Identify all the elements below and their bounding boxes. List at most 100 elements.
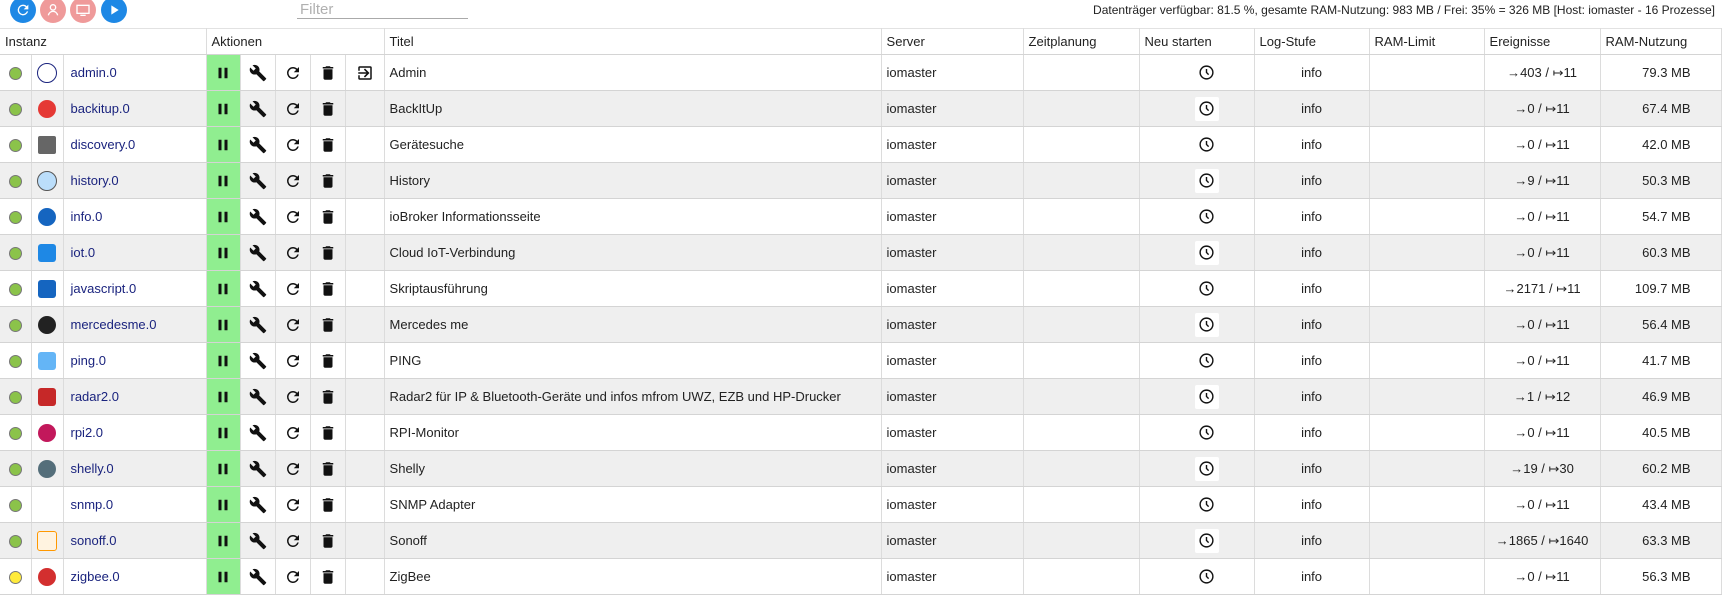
settings-button[interactable] <box>243 310 273 340</box>
delete-button[interactable] <box>313 526 343 556</box>
schedule-cell[interactable] <box>1023 450 1140 487</box>
instance-link[interactable]: iot.0 <box>64 245 96 260</box>
col-neustarten[interactable]: Neu starten <box>1139 28 1255 55</box>
log-level-cell[interactable]: info <box>1254 522 1370 559</box>
log-level-cell[interactable]: info <box>1254 450 1370 487</box>
delete-button[interactable] <box>313 310 343 340</box>
ram-limit-cell[interactable] <box>1369 486 1485 523</box>
delete-button[interactable] <box>313 130 343 160</box>
settings-button[interactable] <box>243 130 273 160</box>
settings-button[interactable] <box>243 94 273 124</box>
instance-link[interactable]: zigbee.0 <box>64 569 120 584</box>
col-ramlimit[interactable]: RAM-Limit <box>1369 28 1485 55</box>
instance-link[interactable]: info.0 <box>64 209 103 224</box>
restart-schedule-button[interactable] <box>1194 456 1219 481</box>
schedule-cell[interactable] <box>1023 342 1140 379</box>
pause-button[interactable] <box>208 418 238 448</box>
instance-link[interactable]: backitup.0 <box>64 101 130 116</box>
log-level-cell[interactable]: info <box>1254 198 1370 235</box>
reload-button[interactable] <box>10 0 36 23</box>
log-level-cell[interactable]: info <box>1254 234 1370 271</box>
debug-button[interactable] <box>40 0 66 23</box>
log-level-cell[interactable]: info <box>1254 558 1370 595</box>
settings-button[interactable] <box>243 418 273 448</box>
log-level-cell[interactable]: info <box>1254 342 1370 379</box>
schedule-cell[interactable] <box>1023 306 1140 343</box>
pause-button[interactable] <box>208 562 238 592</box>
restart-schedule-button[interactable] <box>1194 132 1219 157</box>
pause-button[interactable] <box>208 346 238 376</box>
instance-link[interactable]: radar2.0 <box>64 389 119 404</box>
restart-button[interactable] <box>278 526 308 556</box>
col-aktionen[interactable]: Aktionen <box>206 28 385 55</box>
restart-button[interactable] <box>278 130 308 160</box>
restart-button[interactable] <box>278 94 308 124</box>
restart-schedule-button[interactable] <box>1194 168 1219 193</box>
ram-limit-cell[interactable] <box>1369 522 1485 559</box>
ram-limit-cell[interactable] <box>1369 414 1485 451</box>
instance-link[interactable]: mercedesme.0 <box>64 317 157 332</box>
start-all-button[interactable] <box>101 0 127 23</box>
restart-schedule-button[interactable] <box>1194 492 1219 517</box>
pause-button[interactable] <box>208 238 238 268</box>
ram-limit-cell[interactable] <box>1369 162 1485 199</box>
instance-link[interactable]: admin.0 <box>64 65 117 80</box>
ram-limit-cell[interactable] <box>1369 306 1485 343</box>
schedule-cell[interactable] <box>1023 486 1140 523</box>
ram-limit-cell[interactable] <box>1369 558 1485 595</box>
ram-limit-cell[interactable] <box>1369 54 1485 91</box>
delete-button[interactable] <box>313 346 343 376</box>
pause-button[interactable] <box>208 382 238 412</box>
pause-button[interactable] <box>208 310 238 340</box>
settings-button[interactable] <box>243 202 273 232</box>
restart-button[interactable] <box>278 382 308 412</box>
settings-button[interactable] <box>243 346 273 376</box>
restart-schedule-button[interactable] <box>1194 564 1219 589</box>
restart-schedule-button[interactable] <box>1194 384 1219 409</box>
restart-button[interactable] <box>278 490 308 520</box>
pause-button[interactable] <box>208 490 238 520</box>
log-level-cell[interactable]: info <box>1254 306 1370 343</box>
ram-limit-cell[interactable] <box>1369 90 1485 127</box>
settings-button[interactable] <box>243 526 273 556</box>
settings-button[interactable] <box>243 454 273 484</box>
open-web-button[interactable] <box>350 58 380 88</box>
restart-button[interactable] <box>278 238 308 268</box>
settings-button[interactable] <box>243 382 273 412</box>
instance-link[interactable]: history.0 <box>64 173 119 188</box>
instance-link[interactable]: javascript.0 <box>64 281 137 296</box>
schedule-cell[interactable] <box>1023 414 1140 451</box>
delete-button[interactable] <box>313 454 343 484</box>
ram-limit-cell[interactable] <box>1369 270 1485 307</box>
restart-schedule-button[interactable] <box>1194 312 1219 337</box>
restart-schedule-button[interactable] <box>1194 528 1219 553</box>
pause-button[interactable] <box>208 274 238 304</box>
schedule-cell[interactable] <box>1023 198 1140 235</box>
restart-button[interactable] <box>278 202 308 232</box>
pause-button[interactable] <box>208 166 238 196</box>
delete-button[interactable] <box>313 58 343 88</box>
restart-button[interactable] <box>278 58 308 88</box>
ram-limit-cell[interactable] <box>1369 342 1485 379</box>
log-level-cell[interactable]: info <box>1254 54 1370 91</box>
settings-button[interactable] <box>243 238 273 268</box>
pause-button[interactable] <box>208 454 238 484</box>
delete-button[interactable] <box>313 238 343 268</box>
settings-button[interactable] <box>243 562 273 592</box>
schedule-cell[interactable] <box>1023 162 1140 199</box>
filter-input[interactable] <box>297 0 468 19</box>
restart-schedule-button[interactable] <box>1194 276 1219 301</box>
log-level-cell[interactable]: info <box>1254 126 1370 163</box>
delete-button[interactable] <box>313 202 343 232</box>
log-level-cell[interactable]: info <box>1254 90 1370 127</box>
pause-button[interactable] <box>208 94 238 124</box>
settings-button[interactable] <box>243 58 273 88</box>
ram-limit-cell[interactable] <box>1369 450 1485 487</box>
log-level-cell[interactable]: info <box>1254 162 1370 199</box>
schedule-cell[interactable] <box>1023 378 1140 415</box>
restart-button[interactable] <box>278 274 308 304</box>
delete-button[interactable] <box>313 418 343 448</box>
settings-button[interactable] <box>243 490 273 520</box>
delete-button[interactable] <box>313 94 343 124</box>
delete-button[interactable] <box>313 382 343 412</box>
